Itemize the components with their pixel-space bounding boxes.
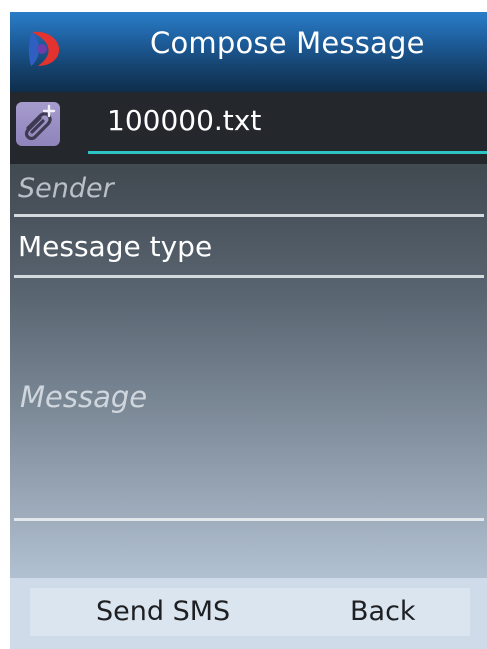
message-input-underline <box>14 518 484 521</box>
attach-button[interactable] <box>16 102 60 146</box>
message-type-selector[interactable]: Message type <box>10 224 487 278</box>
filename-input-underline <box>88 151 487 154</box>
sender-row <box>10 164 487 220</box>
filename-input[interactable] <box>107 100 407 140</box>
send-sms-button[interactable]: Send SMS <box>96 596 230 627</box>
attachment-row <box>10 92 487 164</box>
app-logo-icon <box>26 26 62 70</box>
softkey-panel: Send SMS Back <box>30 588 470 636</box>
back-button[interactable]: Back <box>350 596 416 627</box>
softkey-bar: Send SMS Back <box>10 578 487 649</box>
sender-input[interactable] <box>18 170 458 206</box>
phone-screen: Compose Message M <box>10 12 487 649</box>
sender-input-underline <box>14 214 484 217</box>
message-input[interactable] <box>20 380 460 420</box>
message-type-label: Message type <box>18 230 213 263</box>
message-area <box>14 282 484 521</box>
message-type-underline <box>14 275 484 278</box>
paperclip-add-icon <box>16 104 60 150</box>
page-title: Compose Message <box>150 26 425 60</box>
title-bar: Compose Message <box>10 12 487 92</box>
